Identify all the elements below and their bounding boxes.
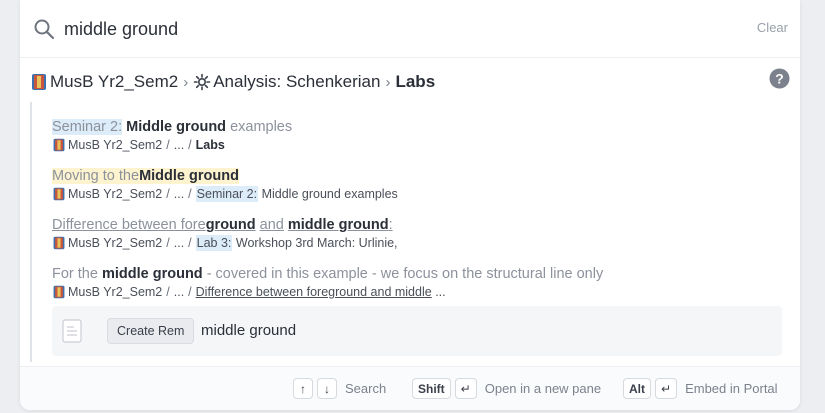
create-rem-row[interactable]: Create Rem middle ground <box>52 306 782 356</box>
result-item[interactable]: Moving to theMiddle ground MusB Yr2_Sem2… <box>52 167 772 202</box>
create-rem-text: middle ground <box>201 322 297 339</box>
hint-label: Search <box>345 381 387 396</box>
breadcrumb-separator: › <box>385 73 391 91</box>
book-icon <box>53 236 65 250</box>
result-title: Moving to theMiddle ground <box>52 167 772 185</box>
search-panel: Clear MusB Yr2_Sem2 › Analysis: Schenker… <box>20 0 800 410</box>
result-item[interactable]: Seminar 2: Middle ground examples MusB Y… <box>52 118 772 153</box>
path-ellipsis: ... <box>173 236 185 250</box>
book-icon <box>32 74 46 90</box>
title-match: Middle ground <box>139 168 239 184</box>
title-part: and <box>259 217 284 233</box>
path-root: MusB Yr2_Sem2 <box>68 187 163 201</box>
enter-key: ↵ <box>454 378 477 399</box>
hint-label: Open in a new pane <box>484 381 602 396</box>
breadcrumb: MusB Yr2_Sem2 › Analysis: Schenkerian › … <box>30 70 435 94</box>
path-trailing: ... <box>435 285 446 299</box>
hint-label: Embed in Portal <box>685 381 778 396</box>
path-ellipsis: ... <box>173 187 185 201</box>
title-suffix: examples <box>230 119 293 135</box>
title-match: Middle ground <box>126 119 227 135</box>
hint-open-pane: Shift ↵ Open in a new pane <box>412 378 601 399</box>
path-reference: Lab 3: <box>195 235 233 251</box>
path-separator: / <box>188 138 192 152</box>
search-input[interactable] <box>64 14 714 44</box>
title-match: middle ground <box>287 217 389 233</box>
create-rem-button[interactable]: Create Rem <box>107 318 195 344</box>
title-suffix: - covered in this example - we focus on … <box>206 266 604 282</box>
result-title: For the middle ground - covered in this … <box>52 265 772 283</box>
path-parent[interactable]: Difference between foreground and middle <box>196 284 432 300</box>
result-path: MusB Yr2_Sem2 / ... / Labs <box>52 137 772 153</box>
breadcrumb-current[interactable]: Labs <box>395 72 435 92</box>
path-separator: / <box>188 285 192 299</box>
clear-button[interactable]: Clear <box>757 20 788 35</box>
title-part: : <box>388 217 393 233</box>
path-parent: Workshop 3rd March: Urlinie, <box>235 236 398 250</box>
search-row: Clear <box>20 0 800 58</box>
keyboard-hints: ↑ ↓ Search Shift ↵ Open in a new pane Al… <box>20 366 800 410</box>
shift-key: Shift <box>412 378 451 399</box>
result-item[interactable]: Difference between foreground and middle… <box>52 216 772 251</box>
gear-icon <box>193 73 211 91</box>
breadcrumb-separator: › <box>183 73 189 91</box>
breadcrumb-item-course[interactable]: MusB Yr2_Sem2 <box>50 72 178 92</box>
svg-text:?: ? <box>775 71 784 87</box>
title-prefix: Moving to the <box>52 168 140 184</box>
path-separator: / <box>188 187 192 201</box>
book-icon <box>53 138 65 152</box>
enter-key: ↵ <box>655 378 678 399</box>
path-ellipsis: ... <box>173 285 185 299</box>
result-title: Difference between foreground and middle… <box>52 216 772 234</box>
book-icon <box>53 285 65 299</box>
title-prefix: For the <box>52 266 98 282</box>
document-icon <box>62 319 82 343</box>
path-ellipsis: ... <box>173 138 185 152</box>
title-part: Difference between fore <box>52 217 206 233</box>
path-separator: / <box>166 138 170 152</box>
result-path: MusB Yr2_Sem2 / ... / Difference between… <box>52 284 772 300</box>
path-root: MusB Yr2_Sem2 <box>68 236 163 250</box>
result-item[interactable]: For the middle ground - covered in this … <box>52 265 772 300</box>
down-arrow-key: ↓ <box>317 378 337 399</box>
result-path: MusB Yr2_Sem2 / ... / Seminar 2: Middle … <box>52 186 772 202</box>
search-icon <box>34 19 55 40</box>
path-reference: Seminar 2: <box>195 186 259 202</box>
title-match: ground <box>205 217 256 233</box>
alt-key: Alt <box>623 378 651 399</box>
path-parent: Labs <box>195 138 225 152</box>
path-separator: / <box>166 187 170 201</box>
hint-embed-portal: Alt ↵ Embed in Portal <box>623 378 778 399</box>
path-separator: / <box>166 285 170 299</box>
title-prefix: Seminar 2: <box>52 119 123 135</box>
up-arrow-key: ↑ <box>293 378 313 399</box>
result-path: MusB Yr2_Sem2 / ... / Lab 3: Workshop 3r… <box>52 235 772 251</box>
help-icon[interactable]: ? <box>769 68 790 89</box>
path-parent: Middle ground examples <box>261 187 398 201</box>
path-root: MusB Yr2_Sem2 <box>68 285 163 299</box>
path-separator: / <box>188 236 192 250</box>
title-match: middle ground <box>101 266 203 282</box>
hint-search: ↑ ↓ Search <box>293 378 386 399</box>
book-icon <box>53 187 65 201</box>
result-title: Seminar 2: Middle ground examples <box>52 118 772 136</box>
path-root: MusB Yr2_Sem2 <box>68 138 163 152</box>
breadcrumb-item-analysis[interactable]: Analysis: Schenkerian <box>213 72 380 92</box>
path-separator: / <box>166 236 170 250</box>
